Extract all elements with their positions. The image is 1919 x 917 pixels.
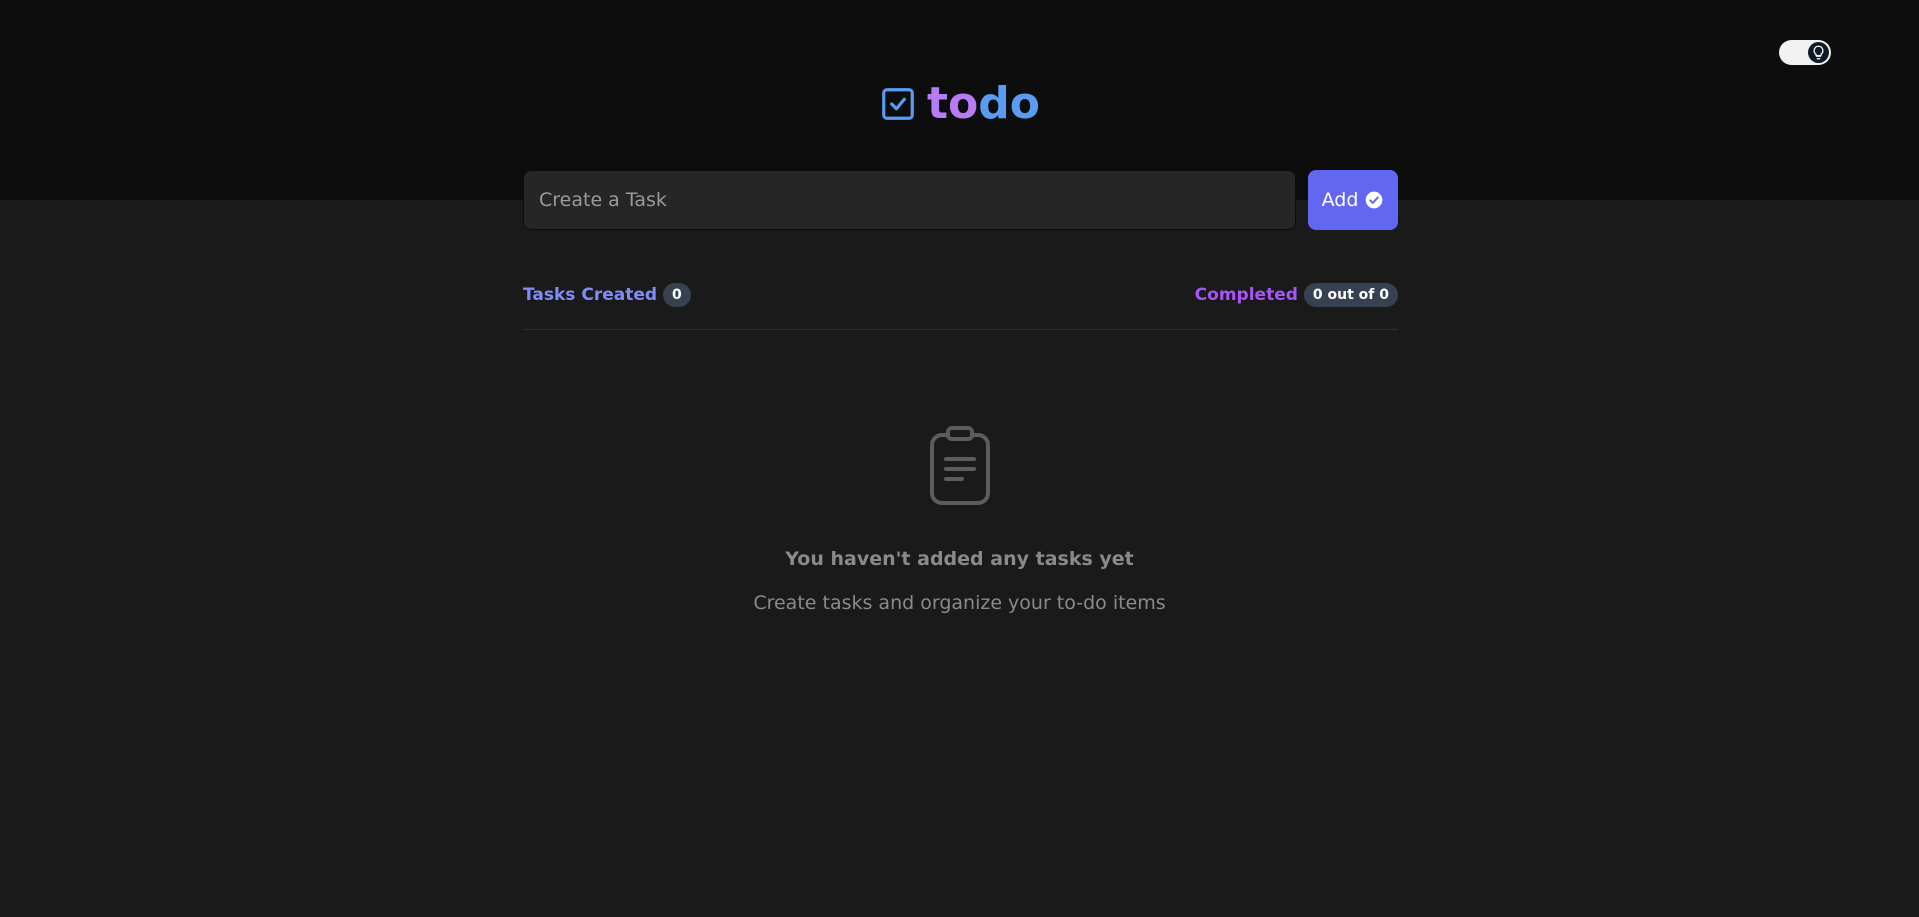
add-task-button[interactable]: Add: [1308, 170, 1398, 230]
lightbulb-icon: [1808, 42, 1829, 63]
logo-text-do: do: [978, 78, 1040, 129]
empty-state: You haven't added any tasks yet Create t…: [0, 425, 1919, 615]
logo: todo: [0, 78, 1919, 130]
empty-state-subtitle: Create tasks and organize your to-do ite…: [753, 592, 1166, 614]
completed-label: Completed: [1194, 285, 1298, 305]
tasks-created-stat: Tasks Created 0: [523, 283, 691, 307]
completed-count-badge: 0 out of 0: [1303, 283, 1398, 307]
tasks-created-count-badge: 0: [663, 283, 691, 307]
logo-text-to: to: [927, 78, 979, 129]
tasks-created-label: Tasks Created: [523, 285, 658, 305]
task-stats: Tasks Created 0 Completed 0 out of 0: [523, 282, 1398, 308]
logo-text: todo: [927, 78, 1040, 130]
check-circle-icon: [1366, 191, 1383, 209]
theme-toggle[interactable]: [1779, 40, 1831, 65]
checkbox-icon: [882, 88, 914, 120]
clipboard-icon: [929, 426, 990, 505]
empty-state-title: You haven't added any tasks yet: [785, 548, 1134, 570]
completed-stat: Completed 0 out of 0: [1195, 283, 1398, 307]
task-input[interactable]: [523, 170, 1296, 230]
task-composer: Add: [523, 170, 1398, 230]
add-button-label: Add: [1321, 189, 1359, 211]
divider: [523, 329, 1398, 330]
